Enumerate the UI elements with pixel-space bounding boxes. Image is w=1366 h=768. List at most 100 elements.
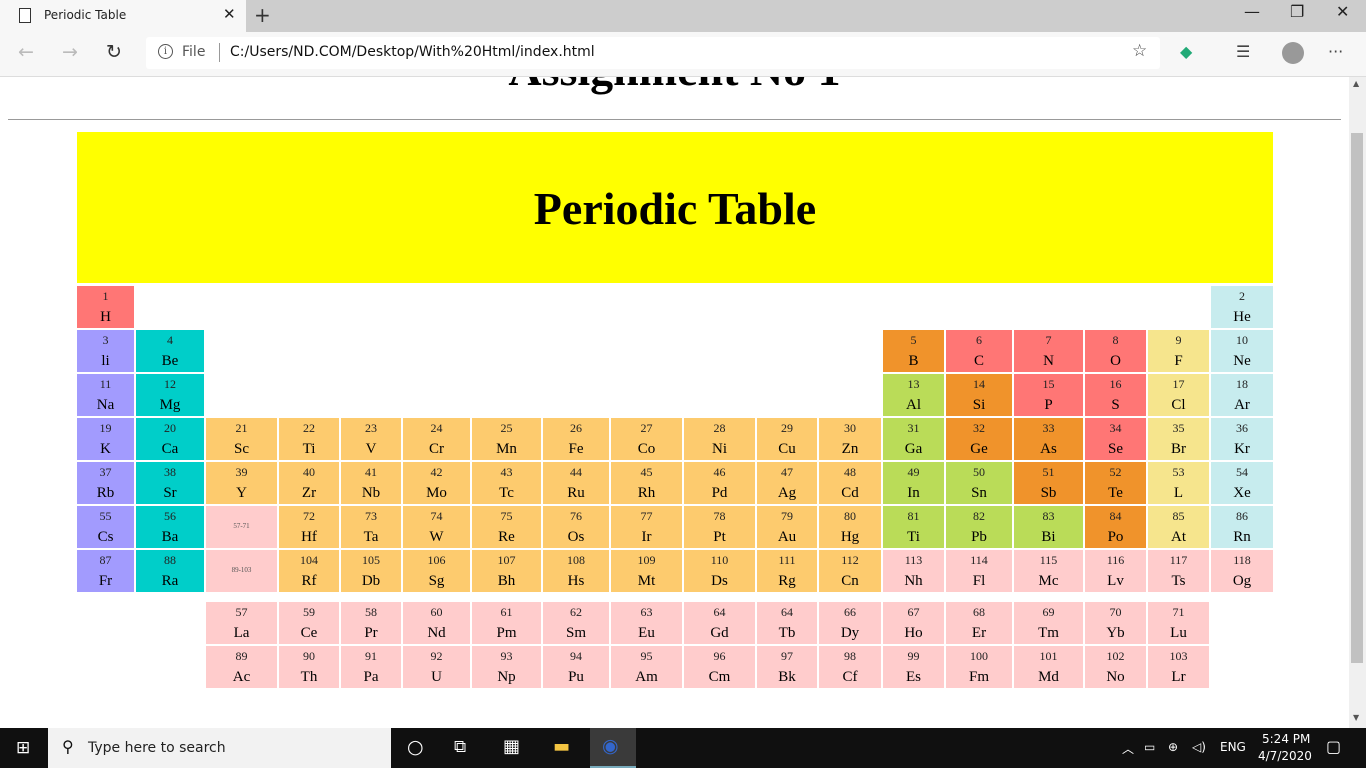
element-symbol: Tb [778,625,796,641]
favorites-list-icon[interactable]: ☰ [1236,42,1250,61]
atomic-number: 102 [1106,649,1125,663]
file-label: File [182,44,206,60]
element-am: 95 Am [611,646,682,688]
info-icon[interactable]: i [158,44,173,59]
atomic-number: 76 [570,509,582,523]
element-tm: 69 Tm [1014,602,1083,644]
page-viewport: Assignment No 1 Periodic Table 1H2He3li4… [0,77,1349,728]
favorite-star-icon[interactable]: ☆ [1132,41,1147,61]
task-view-icon[interactable]: ⧉ [454,737,466,757]
more-icon[interactable]: ··· [1328,42,1343,61]
element-dy: 66 Dy [819,602,881,644]
scroll-up-icon[interactable]: ▲ [1353,79,1359,88]
edge-taskbar-button[interactable]: ◉ [590,728,636,768]
element-symbol: Pm [496,625,517,641]
url-text[interactable]: C:/Users/ND.COM/Desktop/With%20Html/inde… [230,44,595,60]
atomic-number: 4 [167,333,173,347]
atomic-number: 68 [973,605,985,619]
element-cs: 55 Cs [77,506,134,548]
element-l: 53 L [1148,462,1209,504]
cortana-icon[interactable]: ○ [407,736,424,758]
scrollbar[interactable]: ▲ ▼ [1349,77,1366,728]
atomic-number: 36 [1236,421,1248,435]
back-icon[interactable]: ← [18,41,34,63]
atomic-number: 74 [430,509,443,523]
windows-start-icon[interactable]: ⊞ [16,738,30,758]
atomic-number: 33 [1042,421,1055,435]
clock-date[interactable]: 4/7/2020 [1258,749,1312,763]
atomic-number: 79 [781,509,793,523]
browser-tab[interactable]: Periodic Table ✕ [0,0,246,32]
atomic-number: 26 [570,421,582,435]
atomic-number: 51 [1042,465,1055,479]
element-hg: 80 Hg [819,506,881,548]
element-symbol: Ds [711,573,728,589]
element-symbol: Y [236,485,247,501]
divider [8,119,1341,120]
element-o: 8O [1085,330,1146,372]
language-indicator[interactable]: ENG [1220,740,1246,754]
atomic-number: 107 [497,553,516,567]
element-al: 13 Al [883,374,944,416]
atomic-number: 15 [1042,377,1055,391]
atomic-number: 62 [570,605,582,619]
element-rf: 104 Rf [279,550,339,592]
element-symbol: Pt [713,529,726,545]
new-tab-icon[interactable]: + [254,3,271,27]
element-ho: 67 Ho [883,602,944,644]
refresh-icon[interactable]: ↻ [106,41,122,63]
title-banner: Periodic Table [77,132,1273,283]
element-pb: 82 Pb [946,506,1012,548]
file-explorer-icon[interactable]: ▬ [553,736,570,757]
element-symbol: Zn [841,441,859,457]
scroll-down-icon[interactable]: ▼ [1353,713,1359,722]
element-v: 23 V [341,418,401,460]
element-symbol: Mg [159,397,181,413]
element-cl: 17 Cl [1148,374,1209,416]
element-zr: 40 Zr [279,462,339,504]
element-ge: 32 Ge [946,418,1012,460]
atomic-number: 85 [1172,509,1185,523]
element-p: 15 P [1014,374,1083,416]
window-close-icon[interactable]: ✕ [1336,2,1349,21]
edge-icon: ◉ [602,735,619,757]
atomic-number: 14 [973,377,985,391]
page-icon [19,8,31,23]
network-icon[interactable]: ⊕ [1168,740,1178,754]
extension-icon[interactable]: ◆ [1180,42,1192,61]
element-ga: 31 Ga [883,418,944,460]
atomic-number: 75 [500,509,513,523]
atomic-number: 43 [500,465,513,479]
tray-chevron-icon[interactable]: ︿ [1122,740,1134,757]
forward-icon[interactable]: → [62,41,78,63]
element-symbol: Fl [972,573,986,589]
minimize-icon[interactable]: — [1244,2,1260,21]
atomic-number: 31 [907,421,920,435]
atomic-number: 28 [713,421,726,435]
atomic-number: 99 [907,649,920,663]
element-symbol: Po [1107,529,1124,545]
element-symbol: Te [1108,485,1123,501]
element-symbol: Ho [904,625,923,641]
store-icon[interactable]: ▦ [503,736,520,757]
atomic-number: 108 [567,553,585,567]
address-bar[interactable]: i File C:/Users/ND.COM/Desktop/With%20Ht… [146,37,1160,69]
atomic-number: 56 [164,509,176,523]
element-symbol: Bi [1041,529,1056,545]
clock-time[interactable]: 5:24 PM [1262,732,1310,746]
element-ti: 81 Ti [883,506,944,548]
element-cn: 112 Cn [819,550,881,592]
element-tc: 43 Tc [472,462,541,504]
element-symbol: Sn [971,485,987,501]
volume-icon[interactable]: ◁) [1192,740,1206,754]
scrollbar-thumb[interactable] [1351,133,1363,663]
notification-icon[interactable]: ▢ [1326,737,1341,756]
profile-avatar[interactable] [1282,42,1304,64]
element-symbol: Kr [1234,441,1250,457]
taskbar-search[interactable]: ⚲ Type here to search [48,728,391,768]
element-kr: 36 Kr [1211,418,1273,460]
battery-icon[interactable]: ▭ [1144,740,1155,754]
atomic-number: 19 [99,421,112,435]
close-icon[interactable]: ✕ [223,5,236,23]
restore-icon[interactable]: ❐ [1290,2,1304,21]
